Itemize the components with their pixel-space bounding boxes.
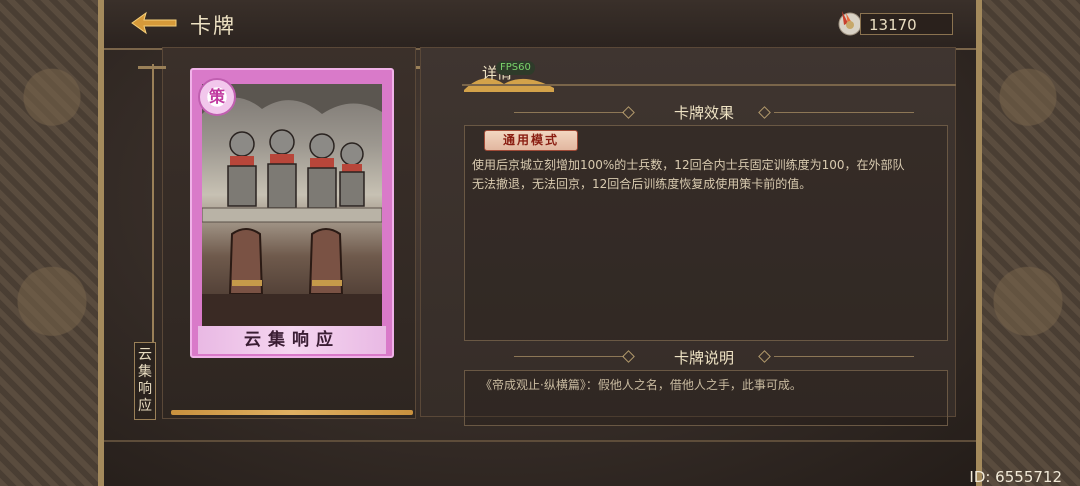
- player-id: ID: 6555712: [969, 468, 1062, 486]
- effect-text: 使用后京城立刻增加100%的士兵数，12回合内士兵固定训练度为100，在外部队无…: [472, 158, 905, 191]
- card-progress-bar: [171, 410, 413, 415]
- description-text: 《帝成观止·纵横篇》：假他人之名，借他人之手，此事可成。: [480, 378, 802, 392]
- card-vertical-name: 云集响应: [134, 342, 156, 420]
- currency-counter: 13170: [860, 13, 953, 35]
- header-bar: 卡牌 13170: [104, 0, 976, 50]
- mode-tag: 通用模式: [484, 130, 578, 151]
- effect-section-title: 卡牌效果: [673, 104, 734, 122]
- frame-cap-left: [138, 66, 166, 69]
- right-decorative-panel: [976, 0, 1080, 486]
- effect-divider-right: [774, 112, 914, 113]
- tab-underline: [462, 84, 956, 86]
- left-decorative-panel: [0, 0, 104, 486]
- effect-divider-left: [514, 112, 624, 113]
- footer-divider: [104, 440, 976, 442]
- back-arrow-icon[interactable]: [130, 10, 178, 36]
- card-name: 云集响应: [198, 326, 386, 354]
- desc-divider-right: [774, 356, 914, 357]
- soldiers-horses-illustration: [202, 84, 382, 330]
- card-artwork: [202, 84, 382, 330]
- strategy-card[interactable]: 策 云集响应: [190, 68, 394, 358]
- rarity-badge: 策: [198, 78, 236, 116]
- fps-indicator: FPS60: [496, 61, 535, 75]
- main-panel: 卡牌 13170 策 云集响应 云集响应 详情 FPS60 卡牌效果 通用模式 …: [104, 0, 976, 486]
- desc-divider-left: [514, 356, 624, 357]
- description-section-title: 卡牌说明: [673, 349, 734, 367]
- page-title: 卡牌: [190, 14, 236, 38]
